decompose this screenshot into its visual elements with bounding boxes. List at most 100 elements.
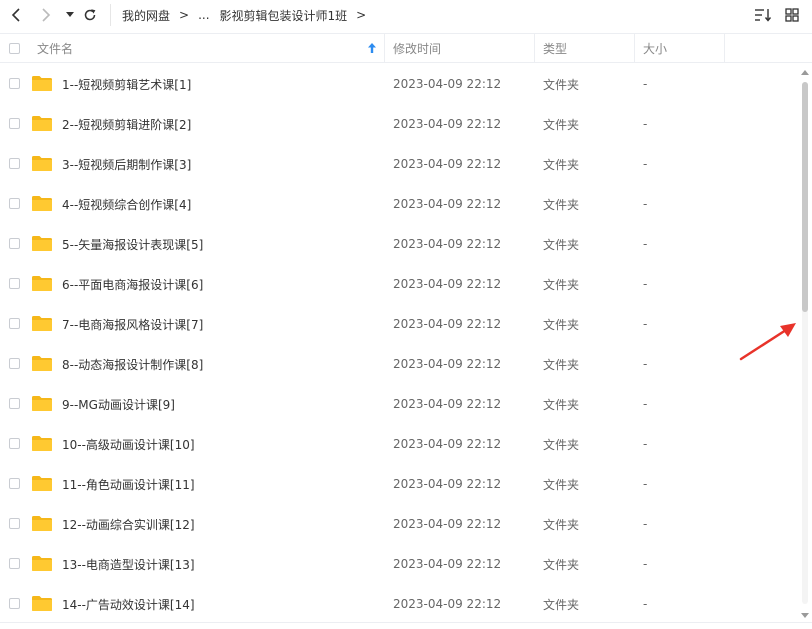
file-name[interactable]: 8--动态海报设计制作课[8] [62, 344, 203, 384]
red-arrow-icon [739, 323, 796, 361]
file-row[interactable]: 8--动态海报设计制作课[8] 2023-04-09 22:12 文件夹 - [0, 344, 800, 384]
file-row[interactable]: 4--短视频综合创作课[4] 2023-04-09 22:12 文件夹 - [0, 184, 800, 224]
file-type: 文件夹 [543, 477, 580, 492]
file-name[interactable]: 14--广告动效设计课[14] [62, 584, 195, 624]
row-checkbox[interactable] [9, 518, 20, 529]
header-name[interactable]: 文件名 [37, 34, 73, 62]
history-dropdown-button[interactable] [59, 4, 81, 26]
file-row[interactable]: 3--短视频后期制作课[3] 2023-04-09 22:12 文件夹 - [0, 144, 800, 184]
file-name[interactable]: 2--短视频剪辑进阶课[2] [62, 104, 191, 144]
file-type: 文件夹 [543, 357, 580, 372]
back-button[interactable] [5, 4, 27, 26]
sort-icon [755, 9, 772, 22]
file-size: - [643, 77, 648, 91]
file-size: - [643, 477, 648, 491]
folder-icon [32, 76, 52, 91]
file-name[interactable]: 10--高级动画设计课[10] [62, 424, 195, 464]
refresh-button[interactable] [79, 4, 101, 26]
header-type[interactable]: 类型 [543, 34, 567, 62]
folder-icon [32, 196, 52, 211]
file-name[interactable]: 1--短视频剪辑艺术课[1] [62, 64, 191, 104]
row-checkbox[interactable] [9, 278, 20, 289]
folder-icon [32, 276, 52, 291]
row-checkbox[interactable] [9, 238, 20, 249]
header-divider[interactable] [634, 34, 635, 62]
file-type: 文件夹 [543, 437, 580, 452]
file-list: 1--短视频剪辑艺术课[1] 2023-04-09 22:12 文件夹 -2--短视频… [0, 64, 800, 624]
folder-icon [32, 116, 52, 131]
file-browser-window: 我的网盘 > ... 影视剪辑包装设计师1班 > 文件名 修改时间 类型 大小 … [0, 0, 812, 629]
file-size: - [643, 517, 648, 531]
file-row[interactable]: 5--矢量海报设计表现课[5] 2023-04-09 22:12 文件夹 - [0, 224, 800, 264]
header-divider[interactable] [724, 34, 725, 62]
file-name[interactable]: 12--动画综合实训课[12] [62, 504, 195, 544]
header-divider[interactable] [534, 34, 535, 62]
file-modified-time: 2023-04-09 22:12 [393, 197, 502, 211]
header-divider[interactable] [384, 34, 385, 62]
file-name[interactable]: 9--MG动画设计课[9] [62, 384, 175, 424]
caret-down-icon [66, 12, 74, 17]
header-modified[interactable]: 修改时间 [393, 34, 441, 62]
file-row[interactable]: 2--短视频剪辑进阶课[2] 2023-04-09 22:12 文件夹 - [0, 104, 800, 144]
sort-button[interactable] [753, 5, 773, 25]
grid-view-button[interactable] [782, 5, 802, 25]
row-checkbox[interactable] [9, 438, 20, 449]
breadcrumb: 我的网盘 > ... 影视剪辑包装设计师1班 > [110, 4, 375, 26]
sort-ascending-icon[interactable] [368, 34, 376, 62]
folder-icon [32, 596, 52, 611]
scrollbar-thumb[interactable] [802, 82, 808, 312]
row-checkbox[interactable] [9, 198, 20, 209]
file-modified-time: 2023-04-09 22:12 [393, 477, 502, 491]
file-row[interactable]: 9--MG动画设计课[9] 2023-04-09 22:12 文件夹 - [0, 384, 800, 424]
folder-icon [32, 556, 52, 571]
file-row[interactable]: 10--高级动画设计课[10] 2023-04-09 22:12 文件夹 - [0, 424, 800, 464]
row-checkbox[interactable] [9, 558, 20, 569]
file-modified-time: 2023-04-09 22:12 [393, 157, 502, 171]
file-name[interactable]: 7--电商海报风格设计课[7] [62, 304, 203, 344]
file-row[interactable]: 13--电商造型设计课[13] 2023-04-09 22:12 文件夹 - [0, 544, 800, 584]
folder-icon [32, 476, 52, 491]
file-type: 文件夹 [543, 397, 580, 412]
file-row[interactable]: 11--角色动画设计课[11] 2023-04-09 22:12 文件夹 - [0, 464, 800, 504]
file-name[interactable]: 4--短视频综合创作课[4] [62, 184, 191, 224]
file-type: 文件夹 [543, 597, 580, 612]
file-size: - [643, 357, 648, 371]
file-modified-time: 2023-04-09 22:12 [393, 437, 502, 451]
breadcrumb-trailing-separator[interactable]: > [356, 8, 366, 22]
scroll-down-arrow-icon[interactable] [801, 611, 809, 619]
file-type: 文件夹 [543, 117, 580, 132]
file-row[interactable]: 7--电商海报风格设计课[7] 2023-04-09 22:12 文件夹 - [0, 304, 800, 344]
row-checkbox[interactable] [9, 358, 20, 369]
breadcrumb-ellipsis[interactable]: ... [198, 8, 209, 22]
file-type: 文件夹 [543, 157, 580, 172]
row-checkbox[interactable] [9, 78, 20, 89]
row-checkbox[interactable] [9, 398, 20, 409]
file-row[interactable]: 12--动画综合实训课[12] 2023-04-09 22:12 文件夹 - [0, 504, 800, 544]
forward-button[interactable] [35, 4, 57, 26]
file-size: - [643, 397, 648, 411]
header-size[interactable]: 大小 [643, 34, 667, 62]
breadcrumb-root[interactable]: 我的网盘 [122, 7, 170, 24]
file-name[interactable]: 13--电商造型设计课[13] [62, 544, 195, 584]
grid-view-icon [785, 8, 799, 22]
file-name[interactable]: 6--平面电商海报设计课[6] [62, 264, 203, 304]
file-modified-time: 2023-04-09 22:12 [393, 357, 502, 371]
file-size: - [643, 437, 648, 451]
file-name[interactable]: 3--短视频后期制作课[3] [62, 144, 191, 184]
column-header: 文件名 修改时间 类型 大小 [0, 33, 812, 63]
file-size: - [643, 597, 648, 611]
scroll-up-arrow-icon[interactable] [801, 69, 809, 77]
file-row[interactable]: 1--短视频剪辑艺术课[1] 2023-04-09 22:12 文件夹 - [0, 64, 800, 104]
file-row[interactable]: 14--广告动效设计课[14] 2023-04-09 22:12 文件夹 - [0, 584, 800, 624]
row-checkbox[interactable] [9, 158, 20, 169]
breadcrumb-current[interactable]: 影视剪辑包装设计师1班 [220, 7, 348, 24]
select-all-checkbox[interactable] [9, 42, 20, 54]
file-row[interactable]: 6--平面电商海报设计课[6] 2023-04-09 22:12 文件夹 - [0, 264, 800, 304]
file-name[interactable]: 11--角色动画设计课[11] [62, 464, 195, 504]
row-checkbox[interactable] [9, 598, 20, 609]
file-name[interactable]: 5--矢量海报设计表现课[5] [62, 224, 203, 264]
row-checkbox[interactable] [9, 478, 20, 489]
row-checkbox[interactable] [9, 318, 20, 329]
folder-icon [32, 356, 52, 371]
row-checkbox[interactable] [9, 118, 20, 129]
